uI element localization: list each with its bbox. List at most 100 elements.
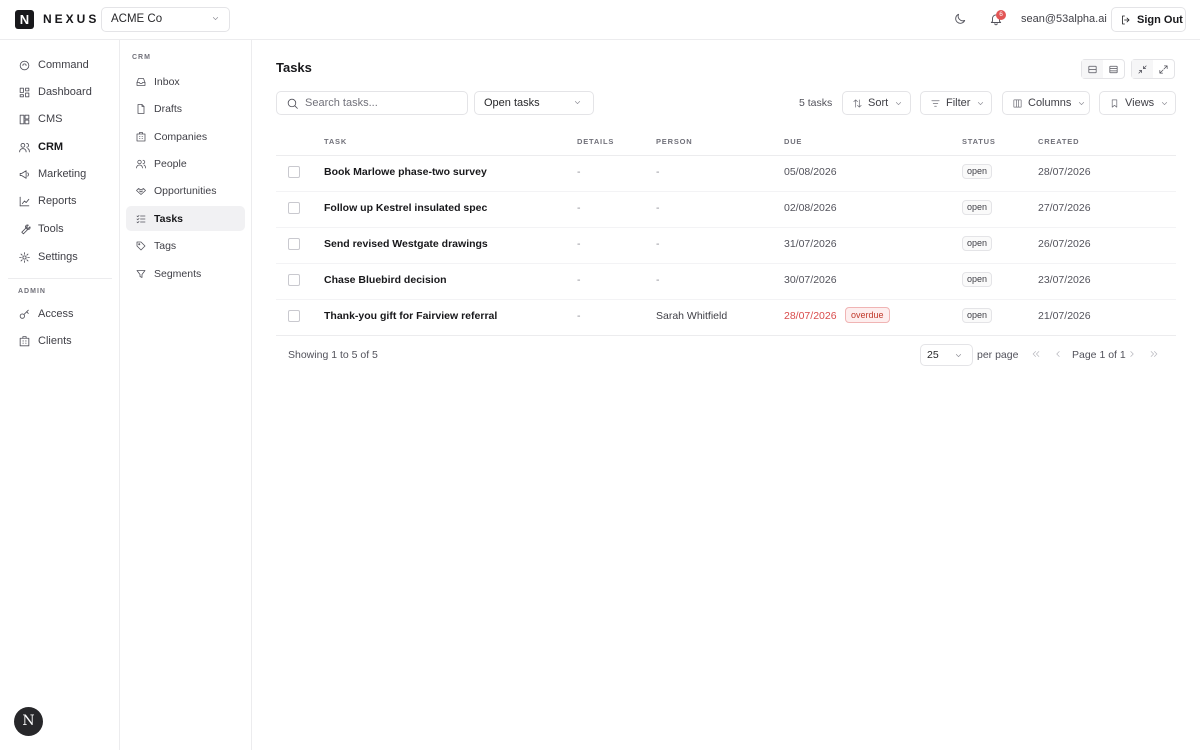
subnav-item-people[interactable]: People (126, 151, 245, 176)
table-row[interactable]: Follow up Kestrel insulated spec - - 02/08/… (276, 192, 1176, 228)
sidebar-item-access[interactable]: Access (8, 302, 112, 326)
task-created-date: 23/07/2026 (1038, 274, 1091, 286)
funnel-icon (136, 269, 146, 278)
sign-out-button[interactable]: Sign Out (1111, 7, 1186, 32)
sign-out-label: Sign Out (1137, 13, 1183, 26)
expand-button[interactable] (1153, 60, 1174, 78)
sidebar-item-marketing[interactable]: Marketing (8, 162, 112, 186)
search-input[interactable] (305, 97, 455, 109)
row-checkbox[interactable] (288, 310, 300, 322)
logout-icon (1122, 15, 1130, 24)
filter-button[interactable]: Filter (920, 91, 992, 115)
column-header-details[interactable]: DETAILS (577, 137, 614, 146)
handshake-icon (136, 187, 146, 195)
columns-label: Columns (1028, 97, 1072, 109)
task-title[interactable]: Send revised Westgate drawings (324, 238, 488, 250)
task-title[interactable]: Chase Bluebird decision (324, 274, 447, 286)
subnav-item-label: Tags (154, 239, 177, 252)
size-toggle-group (1131, 59, 1175, 79)
nexus-logo[interactable]: N (15, 10, 34, 29)
task-title[interactable]: Book Marlowe phase-two survey (324, 166, 487, 178)
column-header-person[interactable]: PERSON (656, 137, 692, 146)
status-badge: open (962, 308, 993, 323)
table-row[interactable]: Book Marlowe phase-two survey - - 05/08/202… (276, 156, 1176, 192)
pagination-summary: Showing 1 to 5 of 5 (288, 349, 378, 361)
sort-button[interactable]: Sort (842, 91, 911, 115)
next-page-button[interactable] (1127, 349, 1139, 361)
task-title[interactable]: Thank-you gift for Fairview referral (324, 310, 497, 322)
subnav-item-drafts[interactable]: Drafts (126, 96, 245, 121)
per-page-select[interactable]: 25 (920, 344, 973, 366)
table-header: TASK DETAILS PERSON DUE STATUS CREATED (276, 127, 1176, 156)
subnav-item-tags[interactable]: Tags (126, 233, 245, 258)
megaphone-icon (19, 169, 29, 179)
column-header-due[interactable]: DUE (784, 137, 802, 146)
table-row[interactable]: Thank-you gift for Fairview referral - Sar… (276, 300, 1176, 336)
overdue-badge: overdue (845, 307, 890, 323)
chevron-down-icon (574, 101, 581, 104)
user-email: sean@53alpha.ai (1021, 13, 1107, 25)
building-icon (19, 335, 30, 346)
bookmark-icon (1111, 98, 1118, 108)
card-view-button[interactable] (1082, 60, 1103, 78)
collapse-button[interactable] (1132, 60, 1153, 78)
sidebar-item-label: Access (38, 308, 74, 320)
row-checkbox[interactable] (288, 202, 300, 214)
user-avatar[interactable]: N (14, 707, 43, 736)
sidebar-item-command[interactable]: Command (8, 53, 112, 77)
subnav-item-inbox[interactable]: Inbox (126, 69, 245, 94)
cms-icon (19, 114, 30, 124)
table-row[interactable]: Send revised Westgate drawings - - 31/07/20… (276, 228, 1176, 264)
gear-icon (19, 251, 30, 263)
task-details: - (577, 310, 581, 322)
tasklist-icon (136, 214, 146, 223)
subnav-item-opportunities[interactable]: Opportunities (126, 178, 245, 203)
subnav-item-label: Drafts (154, 102, 183, 115)
page-indicator: Page 1 of 1 (1072, 349, 1126, 361)
task-created-date: 21/07/2026 (1038, 310, 1091, 322)
task-filter-select[interactable]: Open tasks (474, 91, 594, 115)
column-header-created[interactable]: CREATED (1038, 137, 1079, 146)
columns-button[interactable]: Columns (1002, 91, 1090, 115)
command-icon (19, 60, 30, 70)
row-checkbox[interactable] (288, 166, 300, 178)
sidebar-item-settings[interactable]: Settings (8, 245, 112, 269)
row-checkbox[interactable] (288, 274, 300, 286)
filter-label: Filter (946, 97, 971, 109)
subnav-item-tasks[interactable]: Tasks (126, 206, 245, 231)
subnav-item-companies[interactable]: Companies (126, 124, 245, 149)
column-header-status[interactable]: STATUS (962, 137, 996, 146)
task-title[interactable]: Follow up Kestrel insulated spec (324, 202, 487, 214)
notification-count-badge: 6 (996, 10, 1006, 20)
row-checkbox[interactable] (288, 238, 300, 250)
sidebar-item-tools[interactable]: Tools (8, 217, 112, 241)
search-field[interactable] (276, 91, 468, 115)
sidebar-item-crm[interactable]: CRM (8, 135, 112, 159)
chevron-down-icon (1162, 101, 1168, 105)
previous-page-button[interactable] (1053, 349, 1065, 361)
people-icon (136, 159, 146, 168)
task-due-date: 05/08/2026 (784, 166, 837, 178)
task-person: - (656, 274, 660, 286)
sidebar-item-reports[interactable]: Reports (8, 189, 112, 213)
organization-select[interactable]: ACME Co (101, 7, 230, 32)
sidebar-item-dashboard[interactable]: Dashboard (8, 80, 112, 104)
theme-toggle-button[interactable] (953, 12, 967, 26)
subnav-item-segments[interactable]: Segments (126, 261, 245, 286)
last-page-button[interactable] (1149, 349, 1161, 361)
views-button[interactable]: Views (1099, 91, 1176, 115)
sidebar-item-cms[interactable]: CMS (8, 107, 112, 131)
chevron-down-icon (212, 17, 219, 20)
sidebar-item-label: Clients (38, 335, 72, 347)
task-due-date: 28/07/2026 (784, 310, 837, 322)
chevron-down-icon (978, 101, 984, 105)
subnav-item-label: Tasks (154, 212, 183, 225)
sort-label: Sort (868, 97, 889, 109)
table-row[interactable]: Chase Bluebird decision - - 30/07/2026 open 2… (276, 264, 1176, 300)
task-person: - (656, 166, 660, 178)
search-icon (287, 98, 298, 109)
sidebar-item-clients[interactable]: Clients (8, 329, 112, 353)
first-page-button[interactable] (1031, 349, 1043, 361)
table-view-button[interactable] (1103, 60, 1124, 78)
column-header-task[interactable]: TASK (324, 137, 347, 146)
